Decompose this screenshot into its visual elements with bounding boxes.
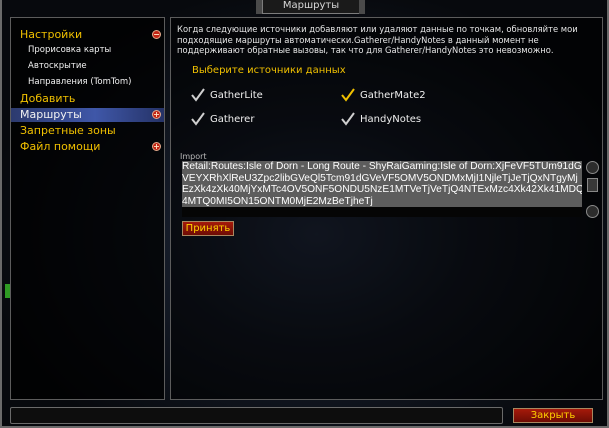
checkmark-icon	[191, 112, 205, 126]
description-text: Когда следующие источники добавляют или …	[177, 24, 578, 56]
scroll-thumb[interactable]	[587, 178, 598, 192]
sidebar-item-label: Направления (TomTom)	[28, 77, 132, 87]
import-textarea[interactable]: Retail:Routes:Isle of Dorn - Long Route …	[182, 161, 582, 217]
checkmark-icon	[191, 88, 205, 102]
sidebar-item-routes[interactable]: Маршруты +	[11, 108, 164, 122]
sidebar-item-label: Маршруты	[20, 108, 82, 121]
title-decoration-right	[359, 0, 365, 14]
import-scrollbar[interactable]	[586, 161, 600, 218]
routes-options-panel: Когда следующие источники добавляют или …	[170, 17, 603, 400]
sidebar-item-autohide[interactable]: Автоскрытие	[11, 60, 164, 73]
sidebar-item-settings[interactable]: Настройки −	[11, 28, 164, 42]
checkbox-handynotes[interactable]	[340, 111, 356, 127]
expand-toggle-icon[interactable]: +	[152, 142, 161, 151]
checkbox-label: GatherLite	[210, 90, 263, 101]
checkmark-icon	[341, 88, 355, 102]
sidebar-item-taboo-zones[interactable]: Запретные зоны	[11, 124, 164, 138]
sidebar-item-label: Прорисовка карты	[28, 45, 112, 55]
sidebar-item-label: Добавить	[20, 92, 76, 105]
sources-heading: Выберите источники данных	[192, 65, 346, 76]
apply-button[interactable]: Принять	[182, 221, 234, 236]
checkbox-gatherlite[interactable]	[190, 87, 206, 103]
sidebar-item-label: Настройки	[20, 28, 83, 41]
sidebar-item-add[interactable]: Добавить	[11, 92, 164, 106]
sidebar-item-map-drawing[interactable]: Прорисовка карты	[11, 44, 164, 57]
import-label: Import	[180, 152, 207, 161]
sidebar-item-label: Автоскрытие	[28, 61, 87, 71]
checkbox-label: HandyNotes	[360, 114, 422, 125]
settings-sidebar: Настройки − Прорисовка карты Автоскрытие…	[10, 17, 165, 400]
data-sources-group: Выберите источники данных GatherLite Gat…	[183, 65, 588, 133]
collapse-toggle-icon[interactable]: −	[152, 30, 161, 39]
checkmark-icon	[341, 112, 355, 126]
status-bar	[10, 407, 503, 424]
checkbox-label: Gatherer	[210, 114, 255, 125]
import-text-value: Retail:Routes:Isle of Dorn - Long Route …	[182, 161, 582, 207]
checkbox-gatherer[interactable]	[190, 111, 206, 127]
checkbox-label: GatherMate2	[360, 90, 426, 101]
window-title: Маршруты	[262, 0, 360, 14]
checkbox-gathermate2[interactable]	[340, 87, 356, 103]
sidebar-item-help-file[interactable]: Файл помощи +	[11, 140, 164, 154]
sidebar-item-label: Файл помощи	[20, 140, 101, 153]
scroll-down-icon[interactable]	[586, 205, 599, 218]
expand-toggle-icon[interactable]: +	[152, 110, 161, 119]
close-button[interactable]: Закрыть	[513, 408, 593, 423]
sidebar-item-label: Запретные зоны	[20, 124, 116, 137]
sidebar-item-directions[interactable]: Направления (TomTom)	[11, 76, 164, 89]
scroll-up-icon[interactable]	[586, 161, 599, 174]
routes-window: Маршруты Настройки − Прорисовка карты Ав…	[0, 0, 609, 428]
